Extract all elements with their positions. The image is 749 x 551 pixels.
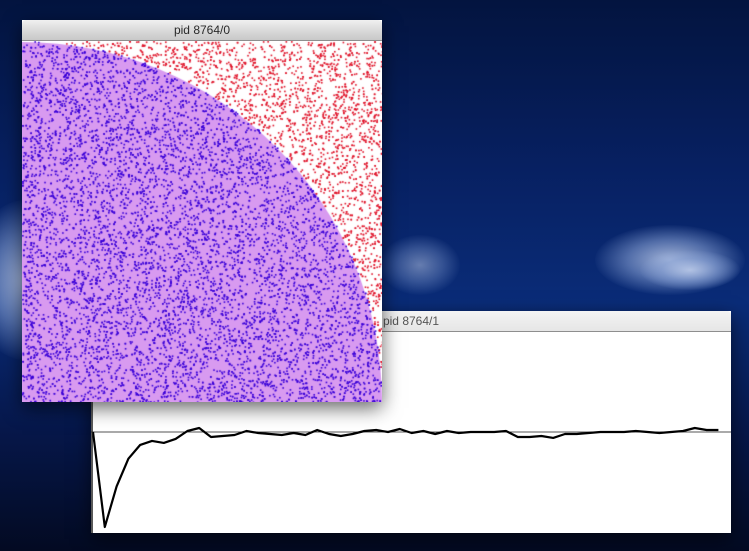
- scatter-plot-area: [22, 41, 382, 402]
- cloud-2: [640, 250, 740, 290]
- monte-carlo-scatter-plot: [22, 41, 382, 402]
- convergence-series-line: [91, 426, 719, 529]
- convergence-window-title: pid 8764/1: [382, 314, 440, 328]
- scatter-window[interactable]: pid 8764/0: [22, 20, 382, 402]
- scatter-window-titlebar[interactable]: pid 8764/0: [22, 20, 382, 41]
- scatter-window-title: pid 8764/0: [173, 23, 231, 37]
- cloud-4: [380, 235, 460, 295]
- desktop: pid 8764/1 pid 8764/0: [0, 0, 749, 551]
